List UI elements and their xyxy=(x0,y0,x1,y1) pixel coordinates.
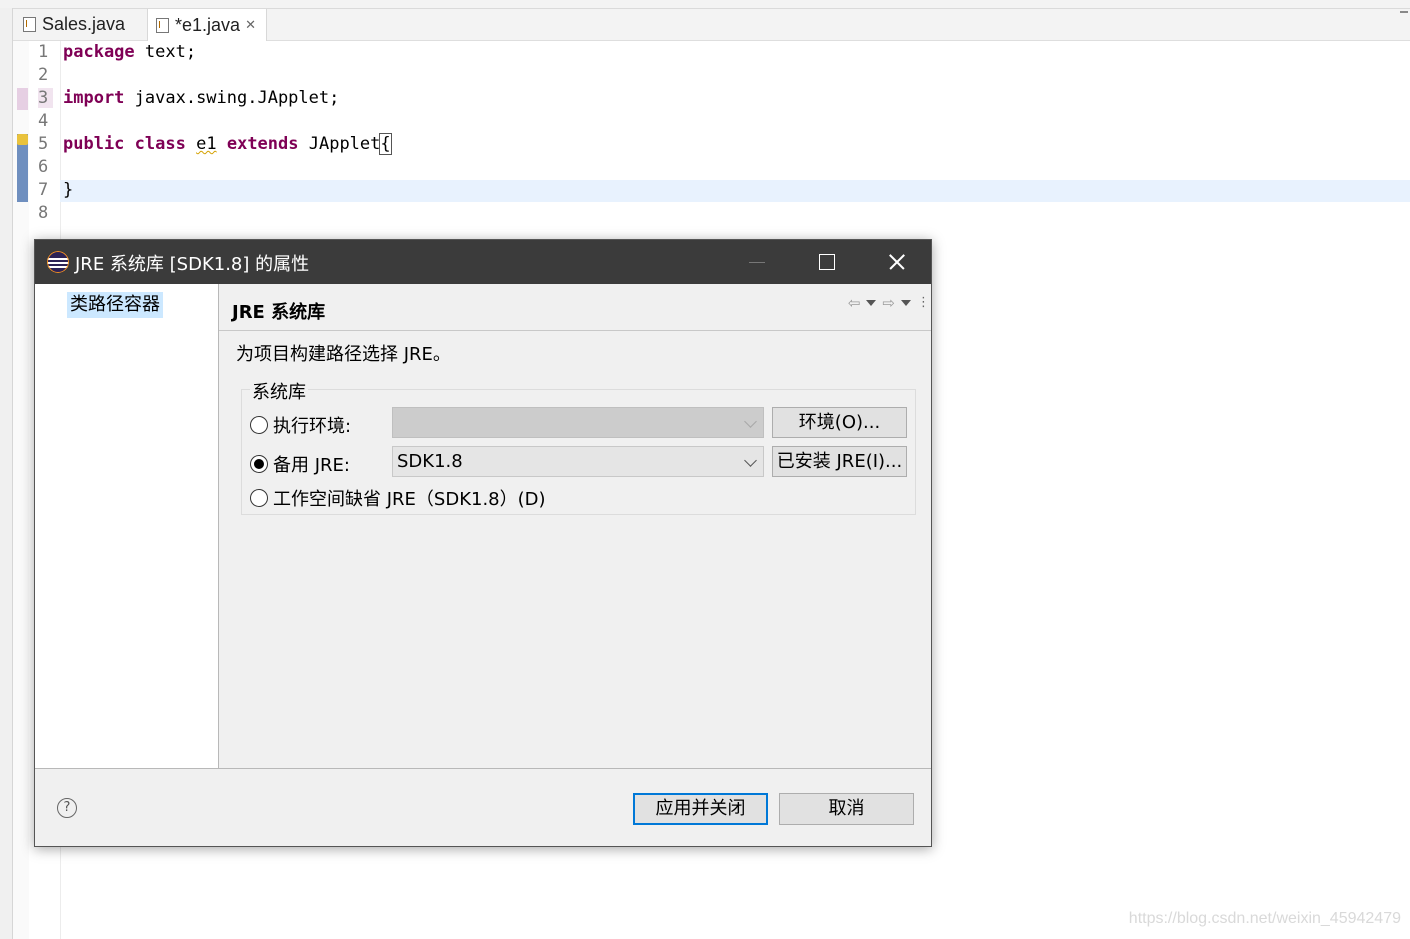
dialog-title-bar[interactable]: JRE 系统库 [SDK1.8] 的属性 xyxy=(35,240,931,284)
cancel-button[interactable]: 取消 xyxy=(779,793,914,825)
tab-sales-java[interactable]: Sales.java xyxy=(23,9,125,40)
environments-button[interactable]: 环境(O)... xyxy=(772,407,907,438)
page-title: JRE 系统库 xyxy=(232,302,326,323)
alternate-jre-select[interactable]: SDK1.8 xyxy=(392,446,764,477)
keyword: extends xyxy=(226,134,299,154)
code-text: JApplet xyxy=(298,134,381,154)
code-line[interactable]: package text; xyxy=(63,42,196,62)
minimize-button[interactable] xyxy=(721,240,791,284)
code-text: } xyxy=(63,180,74,200)
tab-label: *e1.java xyxy=(175,14,241,35)
forward-arrow-icon[interactable]: ⇨ xyxy=(882,294,895,312)
back-arrow-icon[interactable]: ⇦ xyxy=(848,294,861,312)
nav-item-classpath-container[interactable]: 类路径容器 xyxy=(67,292,163,318)
line-number: 1 xyxy=(38,42,49,62)
more-options-icon[interactable]: ⋮ xyxy=(917,296,930,309)
nav-tree: 类路径容器 xyxy=(35,284,219,768)
current-line-highlight xyxy=(60,180,1410,202)
execution-env-select xyxy=(392,407,764,438)
eclipse-icon xyxy=(47,251,69,273)
radio-label: 工作空间缺省 JRE（SDK1.8）(D) xyxy=(273,489,546,510)
code-line[interactable]: public class e1 extends JApplet{ xyxy=(63,133,392,155)
installed-jres-button[interactable]: 已安装 JRE(I)... xyxy=(772,446,907,477)
page-description: 为项目构建路径选择 JRE。 xyxy=(236,344,451,365)
workspace-default-jre-radio[interactable]: 工作空间缺省 JRE（SDK1.8）(D) xyxy=(250,485,546,511)
forward-dropdown-icon[interactable] xyxy=(901,300,911,306)
code-text: text; xyxy=(134,42,197,62)
maximize-button[interactable] xyxy=(791,240,861,284)
execution-env-radio[interactable]: 执行环境: xyxy=(250,412,351,438)
left-frame xyxy=(0,8,13,939)
dialog-title: JRE 系统库 [SDK1.8] 的属性 xyxy=(75,254,310,275)
select-value: SDK1.8 xyxy=(397,451,463,472)
page-header: JRE 系统库 ⇦ ⇨ ⋮ xyxy=(219,284,931,331)
system-library-group: 系统库 执行环境: 环境(O)... 备用 JRE: SDK1.8 已安装 JR… xyxy=(241,378,916,515)
class-name: e1 xyxy=(196,134,217,154)
radio-indicator[interactable] xyxy=(250,455,268,473)
help-icon[interactable]: ? xyxy=(57,798,77,818)
window-top-strip xyxy=(0,0,1410,9)
dialog-footer: ? 应用并关闭 取消 xyxy=(35,768,931,847)
radio-label: 备用 JRE: xyxy=(273,455,350,476)
back-dropdown-icon[interactable] xyxy=(866,300,877,306)
keyword: class xyxy=(134,134,186,154)
keyword: public xyxy=(63,134,125,154)
watermark: https://blog.csdn.net/weixin_45942479 xyxy=(1128,910,1401,927)
chevron-down-icon xyxy=(744,454,757,467)
editor-tab-bar: Sales.java *e1.java ✕ xyxy=(13,9,1410,41)
radio-indicator[interactable] xyxy=(250,489,268,507)
line-number: 4 xyxy=(38,111,49,131)
line-number: 2 xyxy=(38,65,49,85)
properties-dialog: JRE 系统库 [SDK1.8] 的属性 类路径容器 JRE 系统库 ⇦ ⇨ ⋮… xyxy=(34,239,932,847)
bracket-match: { xyxy=(379,133,392,155)
close-icon[interactable]: ✕ xyxy=(245,17,256,33)
code-line[interactable]: import javax.swing.JApplet; xyxy=(63,88,339,108)
line-number: 7 xyxy=(38,180,49,200)
change-marker xyxy=(17,88,28,110)
keyword: package xyxy=(63,42,135,62)
page-nav: ⇦ ⇨ ⋮ xyxy=(848,294,930,312)
line-number: 6 xyxy=(38,157,49,177)
code-text: javax.swing.JApplet; xyxy=(124,88,340,108)
tab-label: Sales.java xyxy=(42,14,126,34)
keyword: import xyxy=(63,88,125,108)
java-file-icon xyxy=(156,17,169,33)
line-number: 5 xyxy=(38,134,49,154)
java-file-icon xyxy=(23,17,36,32)
alternate-jre-radio[interactable]: 备用 JRE: xyxy=(250,451,350,477)
radio-label: 执行环境: xyxy=(273,416,352,437)
tab-e1-java[interactable]: *e1.java ✕ xyxy=(147,9,267,41)
apply-and-close-button[interactable]: 应用并关闭 xyxy=(633,793,768,825)
line-number: 8 xyxy=(38,203,49,223)
minimize-icon[interactable] xyxy=(1400,11,1408,13)
warning-icon[interactable] xyxy=(17,134,28,145)
chevron-down-icon xyxy=(744,415,757,428)
code-line[interactable]: } xyxy=(63,180,73,200)
line-number: 3 xyxy=(38,88,53,108)
close-button[interactable] xyxy=(861,240,931,284)
group-legend: 系统库 xyxy=(250,378,308,404)
property-page: JRE 系统库 ⇦ ⇨ ⋮ 为项目构建路径选择 JRE。 系统库 执行环境: 环… xyxy=(219,284,931,768)
radio-indicator[interactable] xyxy=(250,416,268,434)
